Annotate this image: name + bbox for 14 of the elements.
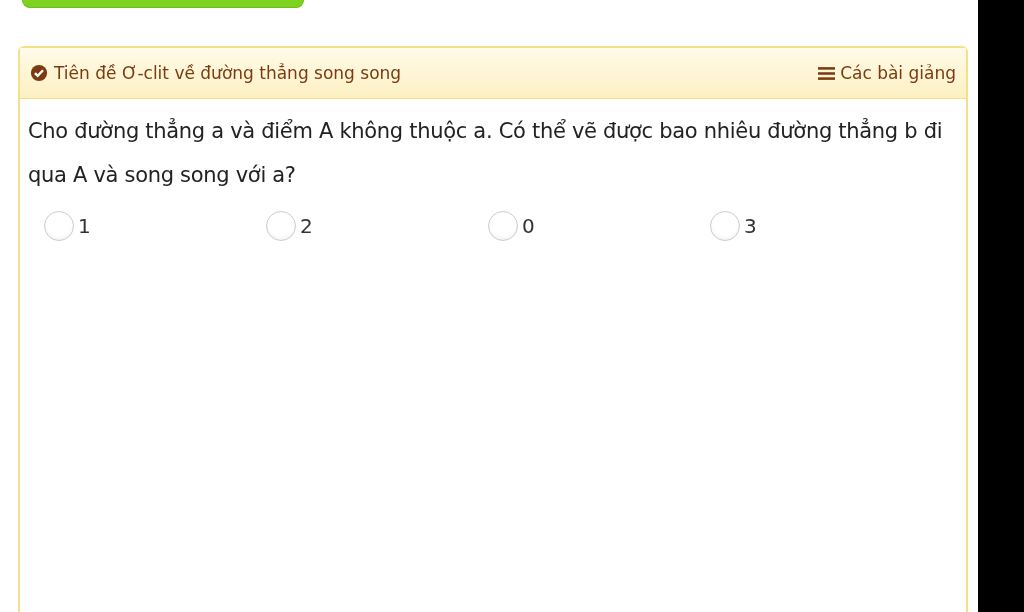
- top-button[interactable]: [22, 0, 304, 8]
- option-label[interactable]: 1: [78, 214, 91, 238]
- question-text: Cho đường thẳng a và điểm A không thuộc a. Có thể vẽ được bao nhiêu đường thẳng b đi qua A và song song với a?: [28, 117, 944, 189]
- radio-button[interactable]: [44, 211, 74, 241]
- option-label[interactable]: 0: [522, 214, 535, 238]
- check-circle-icon: [30, 64, 48, 82]
- lessons-link[interactable]: Các bài giảng: [818, 63, 956, 83]
- radio-button[interactable]: [710, 211, 740, 241]
- option-label[interactable]: 3: [744, 214, 757, 238]
- lesson-title: Tiên đề Ơ-clit về đường thẳng song song: [54, 63, 402, 83]
- menu-icon: [818, 65, 836, 81]
- radio-button[interactable]: [488, 211, 518, 241]
- option-label[interactable]: 2: [300, 214, 313, 238]
- radio-button[interactable]: [266, 211, 296, 241]
